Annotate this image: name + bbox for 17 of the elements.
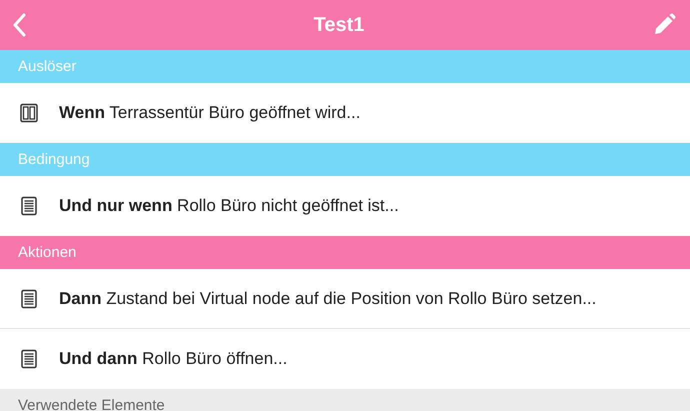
rule-row[interactable]: Und nur wenn Rollo Büro nicht geöffnet ist... <box>0 176 690 236</box>
rule-row[interactable]: Und dann Rollo Büro öffnen... <box>0 329 690 389</box>
rule-text: Wenn Terrassentür Büro geöffnet wird... <box>59 103 360 123</box>
rule-text: Und nur wenn Rollo Büro nicht geöffnet ist... <box>59 196 399 216</box>
section-header: Bedingung <box>0 143 690 176</box>
rule-text: Dann Zustand bei Virtual node auf die Position von Rollo Büro setzen... <box>59 288 596 308</box>
back-icon[interactable] <box>12 13 26 37</box>
rule-row[interactable]: Wenn Terrassentür Büro geöffnet wird... <box>0 83 690 143</box>
door-icon <box>19 103 39 123</box>
document-icon <box>19 288 39 308</box>
section-header: Verwendete Elemente <box>0 389 690 411</box>
page-title: Test1 <box>314 14 364 36</box>
section-header: Auslöser <box>0 50 690 83</box>
document-icon <box>19 196 39 216</box>
section-header: Aktionen <box>0 236 690 269</box>
rule-text: Und dann Rollo Büro öffnen... <box>59 349 288 369</box>
document-icon <box>19 349 39 369</box>
